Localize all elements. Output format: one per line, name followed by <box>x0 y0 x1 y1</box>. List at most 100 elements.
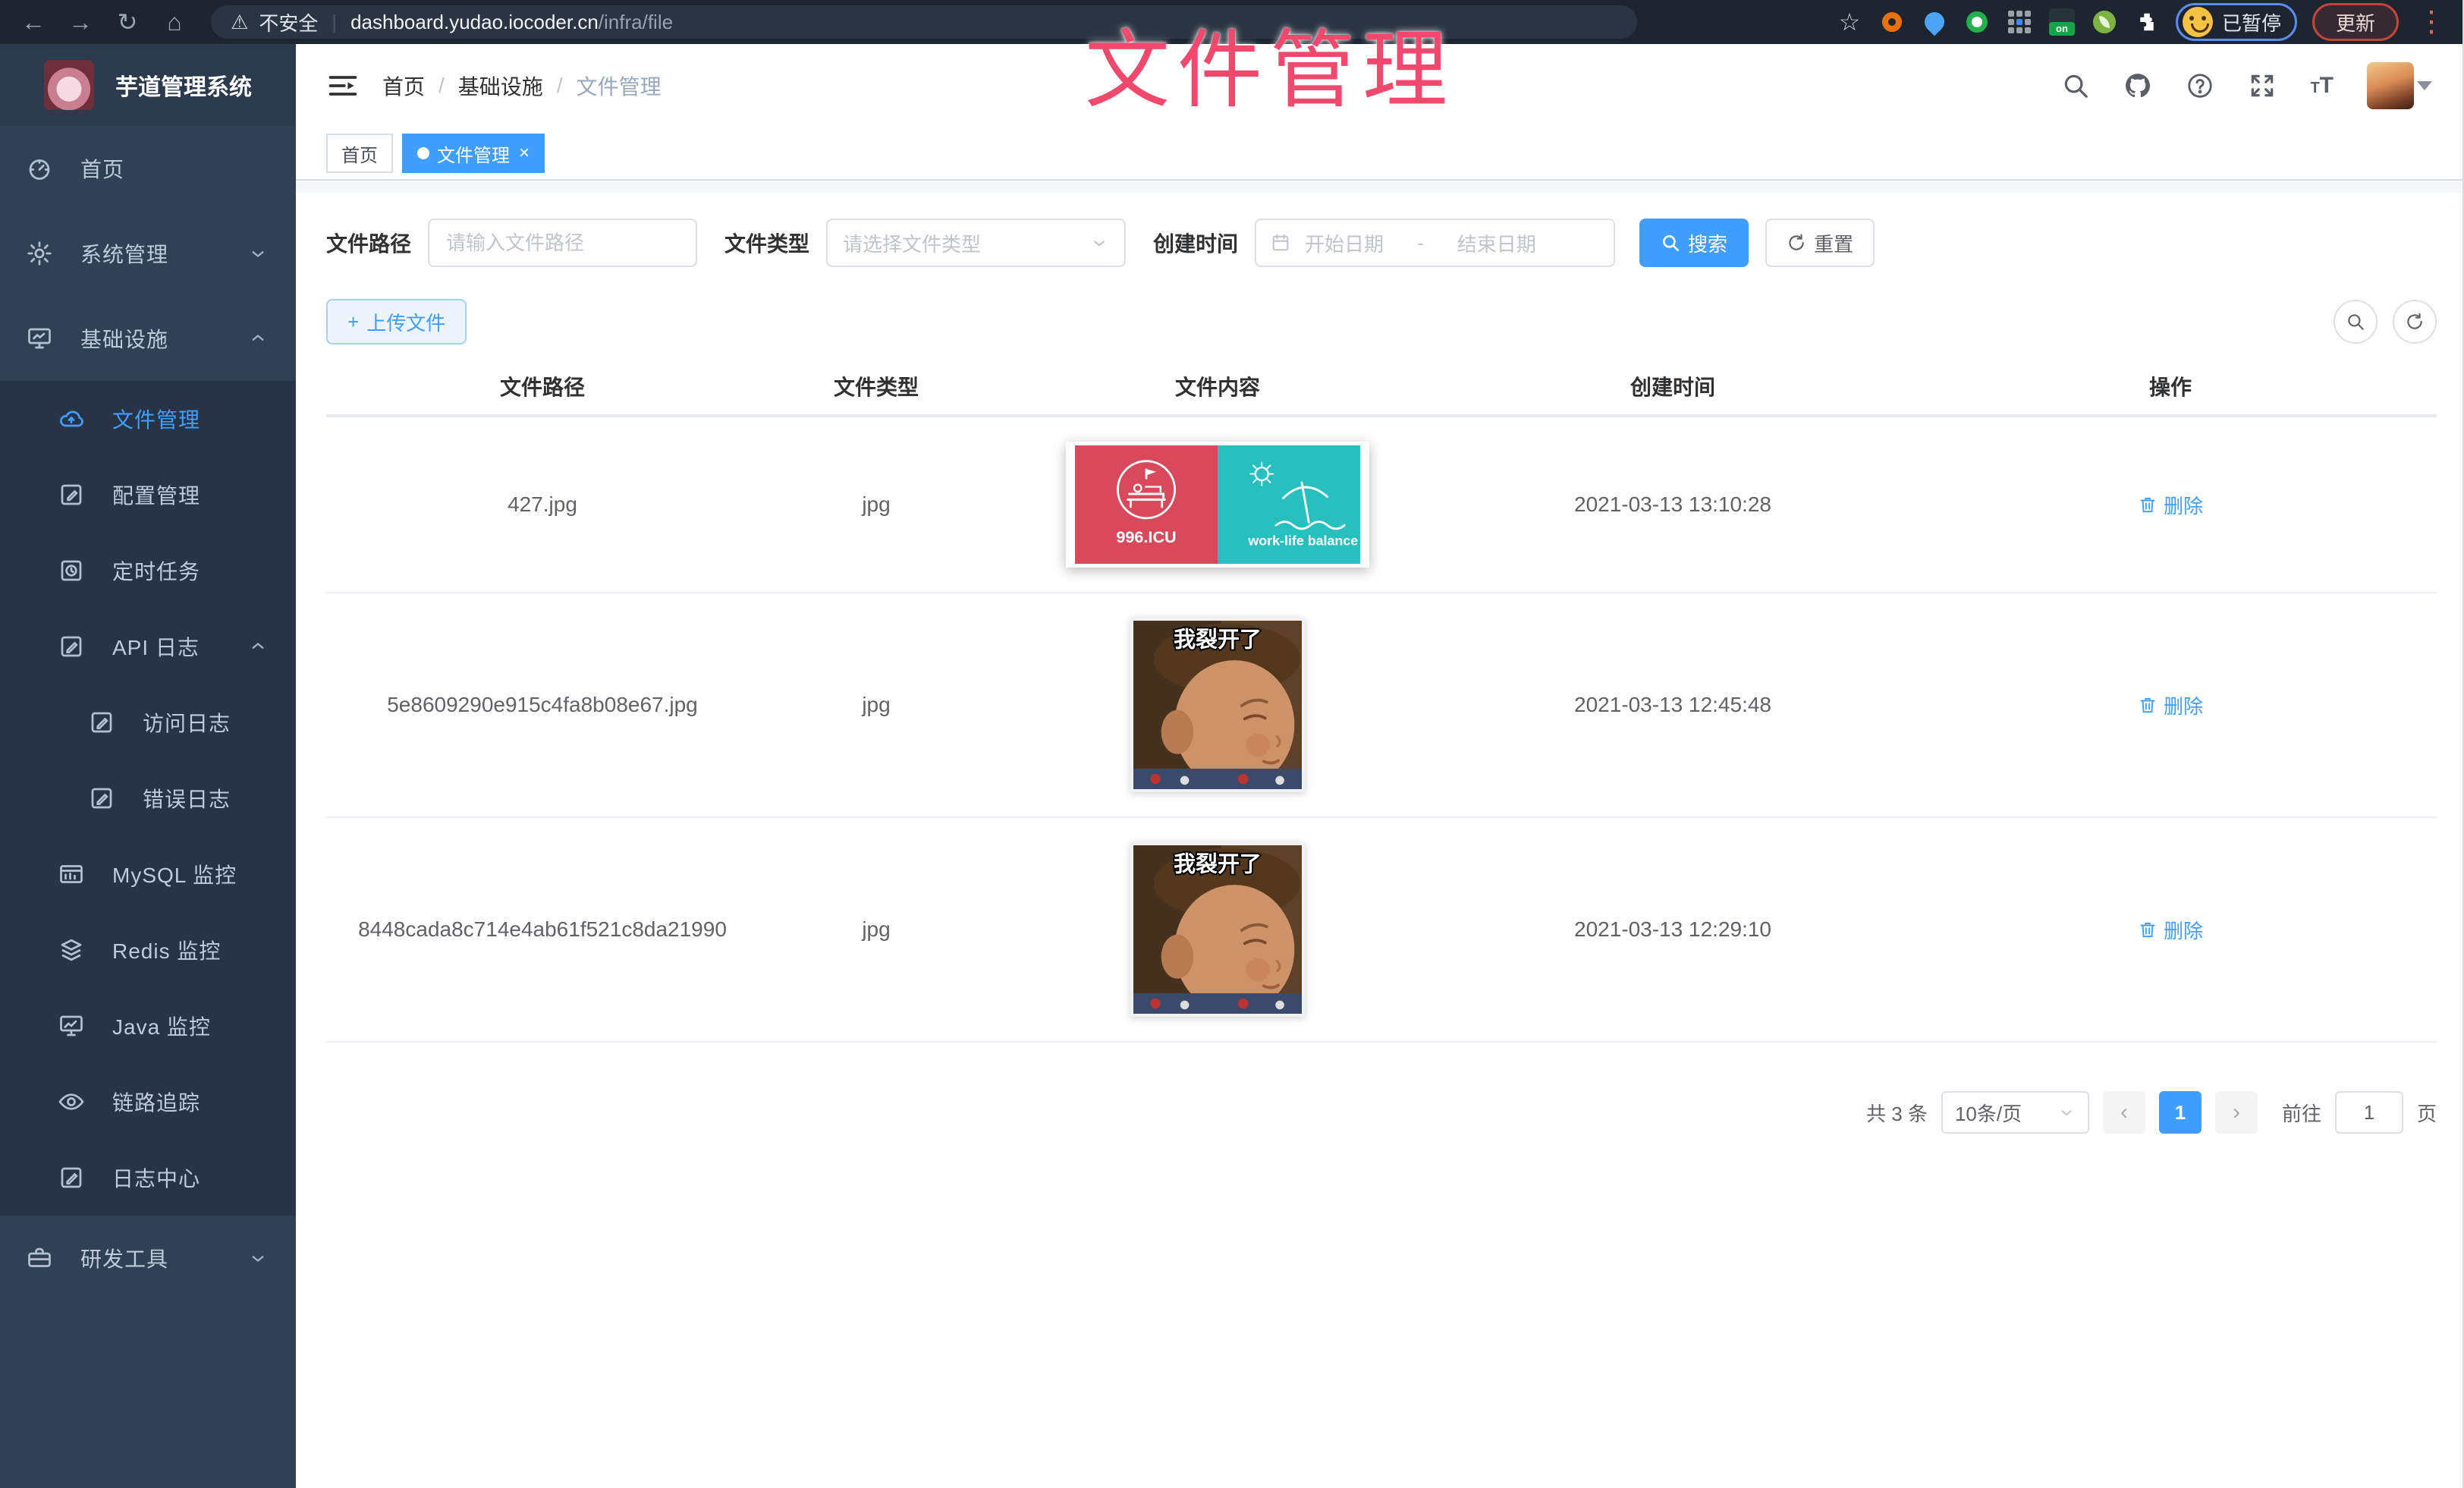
sidebar-item-dev-tools[interactable]: 研发工具 <box>0 1216 296 1301</box>
next-page-button[interactable]: › <box>2215 1091 2258 1134</box>
browser-back-button[interactable]: ← <box>14 5 53 39</box>
extension-icon-grid[interactable] <box>2006 8 2033 36</box>
svg-text:work-life balance: work-life balance <box>1247 533 1358 549</box>
trash-icon <box>2138 695 2158 715</box>
chevron-down-icon <box>247 1247 269 1269</box>
extensions-puzzle-icon[interactable] <box>2133 8 2161 36</box>
help-icon[interactable] <box>2186 71 2214 100</box>
sidebar-item-error-logs[interactable]: 错误日志 <box>0 760 296 836</box>
font-size-icon[interactable]: TT <box>2310 73 2334 99</box>
refresh-icon <box>2405 312 2425 332</box>
github-icon[interactable] <box>2123 71 2152 100</box>
monitor-chart-icon <box>58 1012 85 1040</box>
cloud-icon <box>58 405 85 433</box>
date-start-placeholder: 开始日期 <box>1305 229 1384 257</box>
sidebar-item-api-logs[interactable]: API 日志 <box>0 609 296 684</box>
avatar-dropdown-caret[interactable] <box>2417 81 2432 90</box>
delete-button[interactable]: 删除 <box>2138 916 2203 944</box>
refresh-table-button[interactable] <box>2393 300 2437 344</box>
trash-icon <box>2138 920 2158 939</box>
goto-page-input[interactable] <box>2335 1091 2403 1134</box>
chevron-down-icon <box>247 243 269 264</box>
extension-icon-orange[interactable] <box>1878 8 1906 36</box>
extension-icon-leaf[interactable] <box>2091 8 2118 36</box>
col-file-type: 文件类型 <box>759 363 994 409</box>
file-preview-baby-meme[interactable]: 我裂开了 <box>1130 842 1305 1017</box>
url-host: dashboard.yudao.iocoder.cn <box>350 11 599 33</box>
sidebar: 芋道管理系统 首页 系统管理 基础设施 文件管理 <box>0 44 296 1488</box>
sidebar-item-file-management[interactable]: 文件管理 <box>0 381 296 457</box>
profile-paused-badge[interactable]: 已暂停 <box>2176 3 2297 41</box>
url-path: /infra/file <box>599 11 673 33</box>
col-file-content: 文件内容 <box>994 363 1441 409</box>
sidebar-item-tracing[interactable]: 链路追踪 <box>0 1064 296 1140</box>
delete-button[interactable]: 删除 <box>2138 491 2203 519</box>
cell-file-path: 8448cada8c714e4ab61f521c8da21990 <box>326 910 759 949</box>
sidebar-item-access-logs[interactable]: 访问日志 <box>0 684 296 760</box>
file-preview-baby-meme[interactable]: 我裂开了 <box>1130 618 1305 792</box>
date-range-picker[interactable]: 开始日期 - 结束日期 <box>1255 219 1615 267</box>
file-path-input[interactable] <box>428 219 697 267</box>
sidebar-item-infra[interactable]: 基础设施 <box>0 296 296 381</box>
search-button[interactable]: 搜索 <box>1639 219 1749 267</box>
breadcrumb: 首页 / 基础设施 / 文件管理 <box>382 71 662 101</box>
sidebar-item-cron-jobs[interactable]: 定时任务 <box>0 533 296 609</box>
file-table: 文件路径 文件类型 文件内容 创建时间 操作 427.jpg jpg <box>326 358 2437 1043</box>
file-type-select[interactable]: 请选择文件类型 <box>826 219 1126 267</box>
upload-file-button[interactable]: + 上传文件 <box>326 299 467 344</box>
app-logo-row[interactable]: 芋道管理系统 <box>0 44 296 126</box>
breadcrumb-infra[interactable]: 基础设施 <box>458 71 543 101</box>
browser-forward-button[interactable]: → <box>61 5 100 39</box>
sidebar-item-redis-monitor[interactable]: Redis 监控 <box>0 912 296 988</box>
calendar-icon <box>1270 232 1291 253</box>
page-number-1[interactable]: 1 <box>2159 1091 2202 1134</box>
pagination-total: 共 3 条 <box>1866 1099 1928 1127</box>
app-logo <box>44 60 94 110</box>
cell-create-time: 2021-03-13 12:45:48 <box>1441 685 1904 725</box>
sidebar-item-mysql-monitor[interactable]: MySQL 监控 <box>0 836 296 912</box>
delete-button[interactable]: 删除 <box>2138 691 2203 719</box>
sidebar-item-system[interactable]: 系统管理 <box>0 211 296 296</box>
breadcrumb-home[interactable]: 首页 <box>382 71 425 101</box>
browser-menu-icon[interactable]: ⋮ <box>2414 8 2449 36</box>
bookmark-star-icon[interactable]: ☆ <box>1836 8 1863 36</box>
extension-icon-on-badge[interactable]: on <box>2048 8 2076 36</box>
tag-home[interactable]: 首页 <box>326 134 393 173</box>
browser-toolbar: ← → ↻ ⌂ ⚠ 不安全 | dashboard.yudao.iocoder.… <box>0 0 2462 44</box>
warning-icon: ⚠ <box>231 11 248 34</box>
hamburger-icon[interactable] <box>326 69 360 102</box>
address-bar[interactable]: ⚠ 不安全 | dashboard.yudao.iocoder.cn/infra… <box>211 5 1637 39</box>
sidebar-item-home[interactable]: 首页 <box>0 126 296 211</box>
table-toolbar: + 上传文件 <box>326 299 2437 344</box>
tag-file-management[interactable]: 文件管理 × <box>402 134 545 173</box>
col-file-path: 文件路径 <box>326 363 759 409</box>
trash-icon <box>2138 495 2158 514</box>
user-avatar[interactable] <box>2367 62 2414 109</box>
plus-icon: + <box>347 310 359 334</box>
sidebar-item-log-center[interactable]: 日志中心 <box>0 1140 296 1216</box>
profile-avatar-icon <box>2183 7 2213 37</box>
sidebar-item-java-monitor[interactable]: Java 监控 <box>0 988 296 1064</box>
date-end-placeholder: 结束日期 <box>1457 229 1536 257</box>
tag-close-icon[interactable]: × <box>519 143 530 164</box>
cell-file-type: jpg <box>759 485 994 524</box>
search-icon[interactable] <box>2061 71 2090 100</box>
screen: ← → ↻ ⌂ ⚠ 不安全 | dashboard.yudao.iocoder.… <box>0 0 2464 1488</box>
goto-label: 前往 <box>2282 1099 2321 1127</box>
fullscreen-icon[interactable] <box>2248 71 2277 100</box>
browser-update-button[interactable]: 更新 <box>2312 3 2399 41</box>
reset-button[interactable]: 重置 <box>1765 219 1875 267</box>
search-icon <box>1661 233 1680 253</box>
page-size-select[interactable]: 10条/页 <box>1941 1091 2089 1134</box>
toggle-search-button[interactable] <box>2334 300 2378 344</box>
extension-icon-pin[interactable] <box>1921 8 1948 36</box>
database-window-icon <box>58 860 85 888</box>
browser-home-button[interactable]: ⌂ <box>155 5 194 39</box>
extension-icon-green-circle[interactable] <box>1963 8 1991 36</box>
file-preview-996-banner[interactable]: 996.ICU work-life balance <box>1066 442 1369 568</box>
table-row: 427.jpg jpg <box>326 417 2437 593</box>
cell-file-path: 427.jpg <box>326 485 759 524</box>
browser-reload-button[interactable]: ↻ <box>108 5 147 39</box>
sidebar-item-config[interactable]: 配置管理 <box>0 457 296 533</box>
prev-page-button[interactable]: ‹ <box>2103 1091 2145 1134</box>
